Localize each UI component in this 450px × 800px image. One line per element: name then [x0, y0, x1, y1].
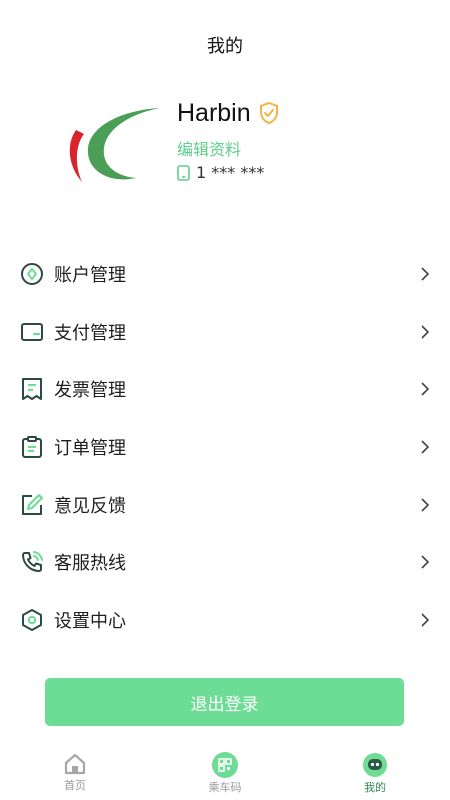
chevron-right-icon [421, 498, 430, 512]
chevron-right-icon [421, 555, 430, 569]
page-title: 我的 [207, 36, 243, 57]
logout-button[interactable]: 退出登录 [45, 678, 404, 726]
settings-menu: 账户管理 支付管理 发票管理 订单管理 意见反馈 客服热线 设置中心 [0, 245, 450, 649]
edit-profile-link[interactable]: 编辑资料 [177, 136, 281, 160]
tab-mine[interactable]: 我的 [335, 748, 415, 795]
clipboard-icon [22, 435, 42, 458]
qr-code-icon [212, 752, 238, 778]
menu-item-invoice[interactable]: 发票管理 [0, 360, 450, 418]
tab-ride-code[interactable]: 乘车码 [185, 748, 265, 795]
chevron-right-icon [421, 382, 430, 396]
phone-number: 1 *** *** [196, 163, 265, 182]
menu-item-label: 意见反馈 [54, 495, 126, 517]
username: Harbin [177, 98, 251, 127]
menu-item-payment[interactable]: 支付管理 [0, 303, 450, 361]
home-icon [64, 753, 86, 775]
tab-home[interactable]: 首页 [35, 748, 115, 793]
tab-label: 乘车码 [208, 781, 242, 794]
profile-robot-icon [363, 753, 387, 777]
shield-check-icon [259, 101, 278, 125]
menu-item-hotline[interactable]: 客服热线 [0, 533, 450, 591]
menu-item-label: 账户管理 [54, 264, 126, 286]
profile-section: Harbin 编辑资料 1 *** *** [62, 96, 442, 196]
chevron-right-icon [421, 267, 430, 281]
menu-item-account[interactable]: 账户管理 [0, 245, 450, 303]
menu-item-label: 支付管理 [54, 322, 126, 344]
menu-item-label: 设置中心 [54, 610, 126, 632]
chevron-right-icon [421, 613, 430, 627]
menu-item-label: 订单管理 [54, 437, 126, 459]
settings-hexagon-icon [22, 608, 42, 631]
mobile-phone-icon [177, 164, 190, 181]
invoice-icon [22, 378, 42, 401]
menu-item-label: 发票管理 [54, 380, 126, 402]
phone-call-icon [22, 551, 43, 573]
account-icon [21, 262, 43, 285]
tab-label: 我的 [364, 781, 386, 794]
feedback-edit-icon [22, 493, 43, 515]
menu-item-feedback[interactable]: 意见反馈 [0, 476, 450, 534]
menu-item-settings[interactable]: 设置中心 [0, 591, 450, 649]
bottom-tab-bar: 首页 乘车码 我的 [0, 748, 450, 800]
menu-item-orders[interactable]: 订单管理 [0, 418, 450, 476]
wallet-icon [21, 322, 43, 341]
phone-row: 1 *** *** [177, 163, 281, 182]
brand-swoosh-logo [69, 108, 160, 182]
menu-item-label: 客服热线 [54, 553, 126, 575]
chevron-right-icon [421, 324, 430, 339]
chevron-right-icon [421, 440, 430, 454]
tab-label: 首页 [64, 779, 86, 792]
